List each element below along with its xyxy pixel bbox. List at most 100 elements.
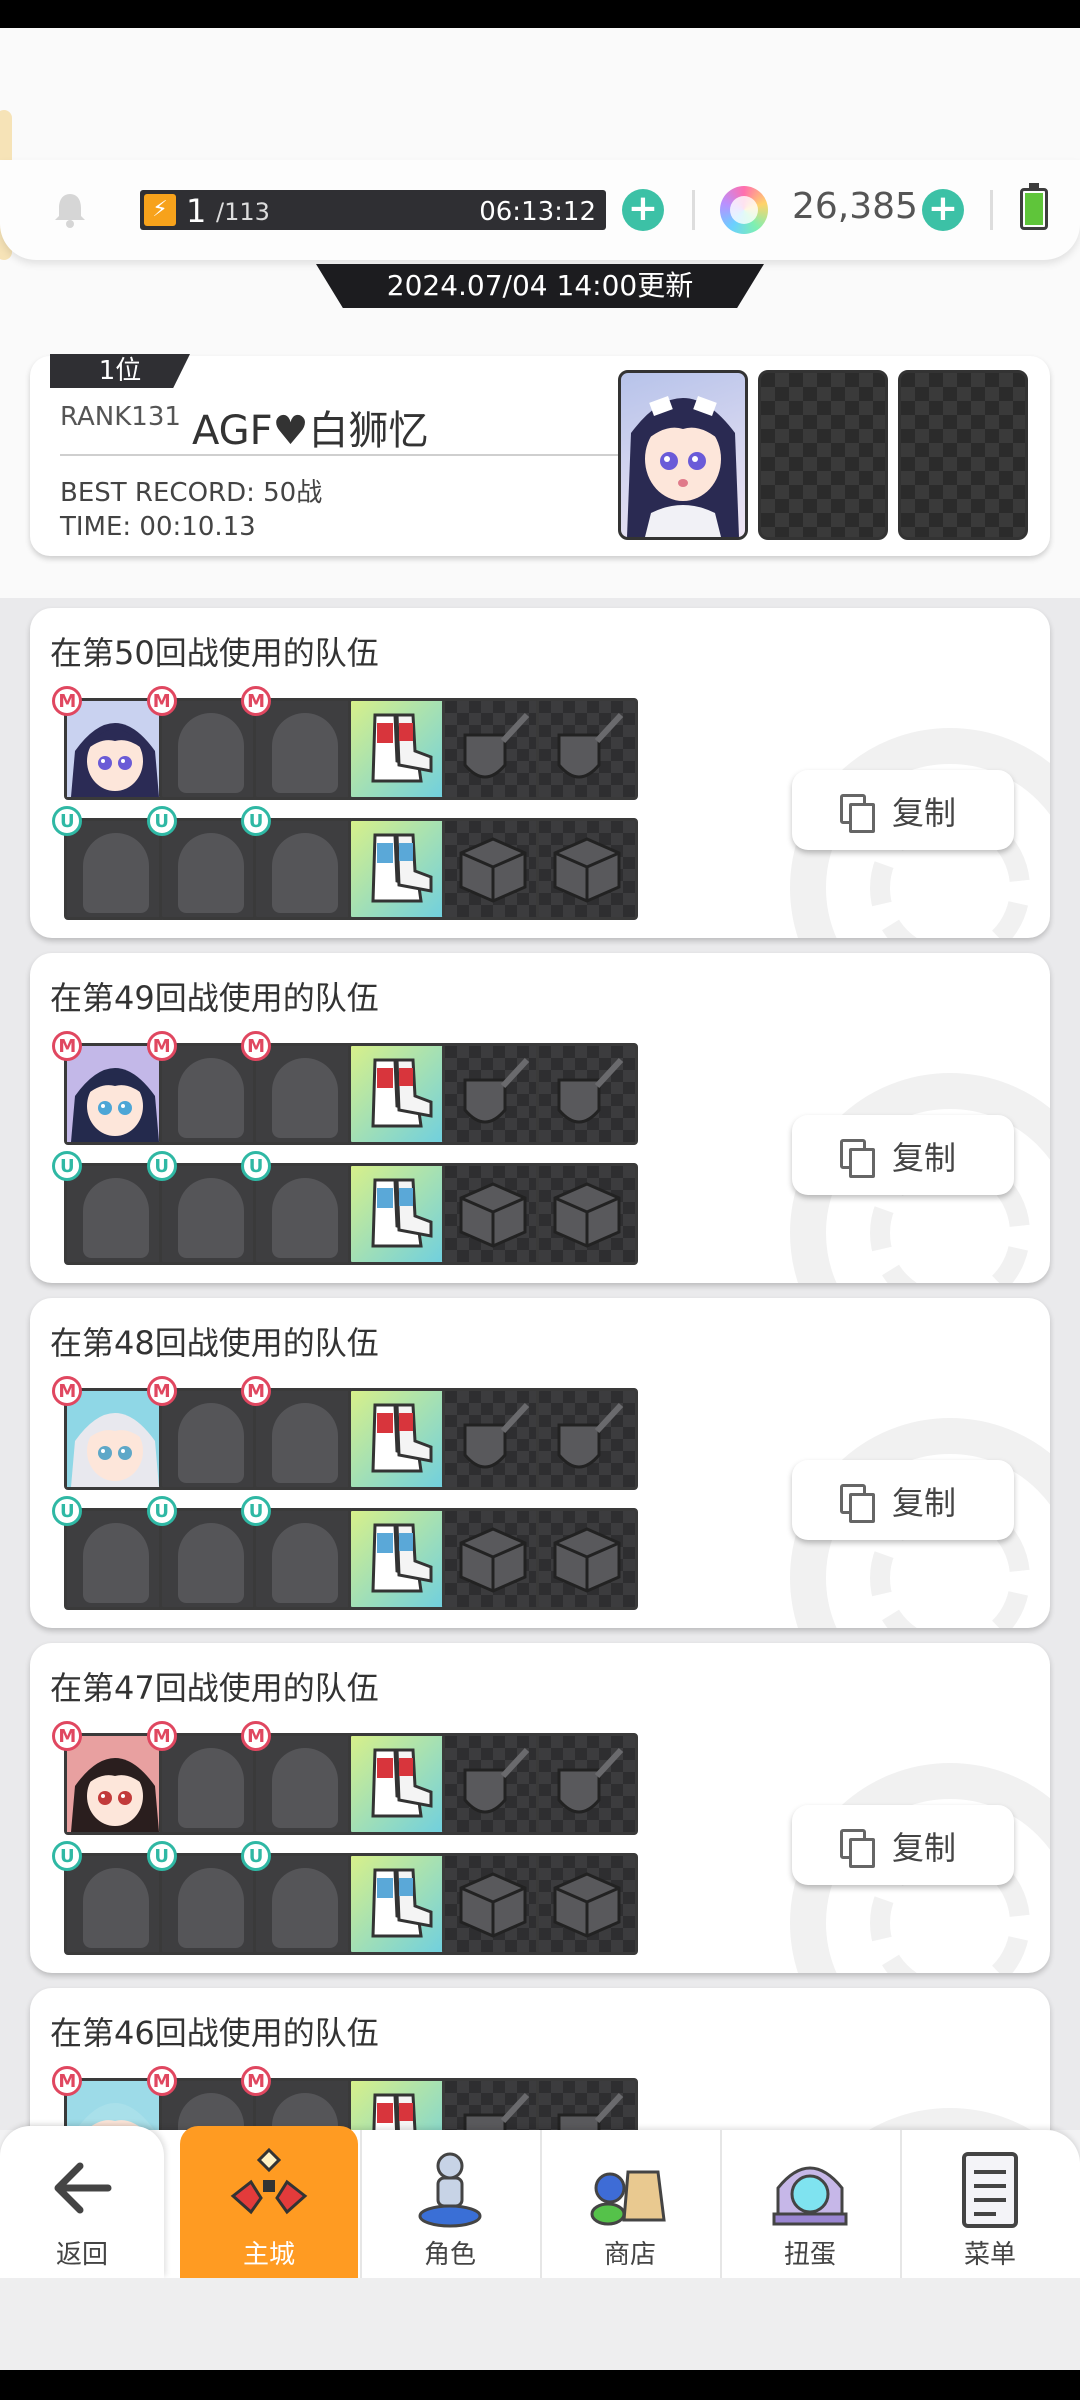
menu-list-icon [962,2152,1018,2228]
shield-icon [463,712,530,779]
copy-team-button[interactable]: 复制 [792,770,1014,850]
copy-team-button[interactable]: 复制 [792,1460,1014,1540]
boots-icon [370,713,433,783]
empty-weapon-slot[interactable] [441,2078,544,2130]
add-energy-button[interactable]: + [622,189,664,231]
empty-character-slot[interactable] [253,1733,356,1835]
back-button[interactable]: 返回 [0,2126,164,2278]
empty-character-slot[interactable] [158,1853,261,1955]
empty-character-slot[interactable] [253,1163,356,1265]
shield-icon [463,1402,530,1469]
empty-accessory-slot[interactable] [441,818,544,920]
resource-bar: ⚡ 1 /113 06:13:12 + 26,385 + [0,160,1080,260]
copy-label: 复制 [892,794,957,832]
team-card: 在第46回战使用的队伍MMMUUU复制 [30,1988,1050,2130]
armor-equipment-slot[interactable] [347,698,450,800]
empty-weapon-slot[interactable] [441,698,544,800]
team-list[interactable]: 在第50回战使用的队伍 M M M U U U 复制 在第49回战使用的队伍 M M M U U U 复制 在第… [0,598,1080,2130]
empty-character-slot[interactable] [158,1508,261,1610]
add-gems-button[interactable]: + [922,189,964,231]
empty-character-slot[interactable] [158,698,261,800]
armor-equipment-slot[interactable] [347,1733,450,1835]
boots-equipment-slot[interactable] [347,1508,450,1610]
boots-icon [370,833,433,903]
tab-bar-footer [0,2278,1080,2370]
empty-accessory-slot[interactable] [536,1163,639,1265]
tab-menu[interactable]: 菜单 [900,2130,1078,2278]
empty-character-slot[interactable] [253,1388,356,1490]
empty-accessory-slot[interactable] [441,1508,544,1610]
empty-character-slot[interactable] [158,1733,261,1835]
character-slot[interactable] [64,1388,167,1490]
back-arrow-icon [54,2162,112,2214]
tab-characters[interactable]: 角色 [360,2130,538,2278]
clear-time: TIME: 00:10.13 [60,512,256,542]
shield-icon [557,1747,624,1814]
empty-character-slot[interactable] [253,1043,356,1145]
main-member-badge: M [146,686,177,716]
empty-character-slot[interactable] [253,1508,356,1610]
empty-character-slot[interactable] [64,1853,167,1955]
empty-character-slot[interactable] [158,1163,261,1265]
empty-weapon-slot[interactable] [441,1043,544,1145]
empty-character-slot[interactable] [158,818,261,920]
character-slot[interactable] [64,1733,167,1835]
empty-weapon-slot[interactable] [536,1388,639,1490]
boots-icon [370,1748,433,1818]
empty-accessory-slot[interactable] [441,1853,544,1955]
empty-weapon-slot[interactable] [441,1733,544,1835]
armor-equipment-slot[interactable] [347,1388,450,1490]
empty-character-slot[interactable] [158,1043,261,1145]
character-slot[interactable] [64,698,167,800]
energy-timer: 06:13:12 [479,197,596,227]
tab-main-city[interactable]: 主城 [180,2126,358,2282]
empty-weapon-slot[interactable] [536,2078,639,2130]
boots-equipment-slot[interactable] [347,1163,450,1265]
tab-gacha[interactable]: 扭蛋 [720,2130,898,2278]
boots-equipment-slot[interactable] [347,1853,450,1955]
divider [990,190,993,230]
boots-icon [370,1868,433,1938]
copy-team-button[interactable]: 复制 [792,1115,1014,1195]
empty-accessory-slot[interactable] [536,818,639,920]
box-icon [459,1182,527,1248]
gem-count: 26,385 [792,186,918,227]
bell-icon[interactable] [50,190,90,230]
empty-accessory-slot[interactable] [441,1163,544,1265]
boots-equipment-slot[interactable] [347,818,450,920]
character-silhouette-icon [83,1868,150,1948]
tab-shop[interactable]: 商店 [540,2130,718,2278]
box-icon [553,837,621,903]
empty-character-slot[interactable] [64,1163,167,1265]
character-silhouette-icon [177,2093,244,2130]
empty-weapon-slot[interactable] [536,698,639,800]
team-title: 在第49回战使用的队伍 [50,979,379,1017]
box-icon [553,1527,621,1593]
empty-character-slot[interactable] [253,698,356,800]
box-icon [553,1182,621,1248]
empty-character-slot[interactable] [64,1508,167,1610]
empty-accessory-slot[interactable] [536,1508,639,1610]
character-portrait[interactable] [618,370,748,540]
sub-member-badge: U [146,806,177,836]
empty-weapon-slot[interactable] [441,1388,544,1490]
box-icon [459,1527,527,1593]
shield-icon [463,2092,530,2130]
box-icon [553,1872,621,1938]
sub-member-badge: U [241,1496,272,1526]
empty-weapon-slot[interactable] [536,1043,639,1145]
character-slot[interactable] [64,1043,167,1145]
empty-accessory-slot[interactable] [536,1853,639,1955]
empty-character-slot[interactable] [64,818,167,920]
armor-equipment-slot[interactable] [347,1043,450,1145]
character-silhouette-icon [272,713,339,793]
empty-weapon-slot[interactable] [536,1733,639,1835]
empty-character-slot[interactable] [253,1853,356,1955]
armor-equipment-slot[interactable] [347,2078,450,2130]
copy-team-button[interactable]: 复制 [792,1805,1014,1885]
main-member-badge: M [146,1376,177,1406]
character-silhouette-icon [83,1523,150,1603]
empty-character-slot[interactable] [158,1388,261,1490]
empty-character-slot[interactable] [253,818,356,920]
divider [60,454,620,456]
